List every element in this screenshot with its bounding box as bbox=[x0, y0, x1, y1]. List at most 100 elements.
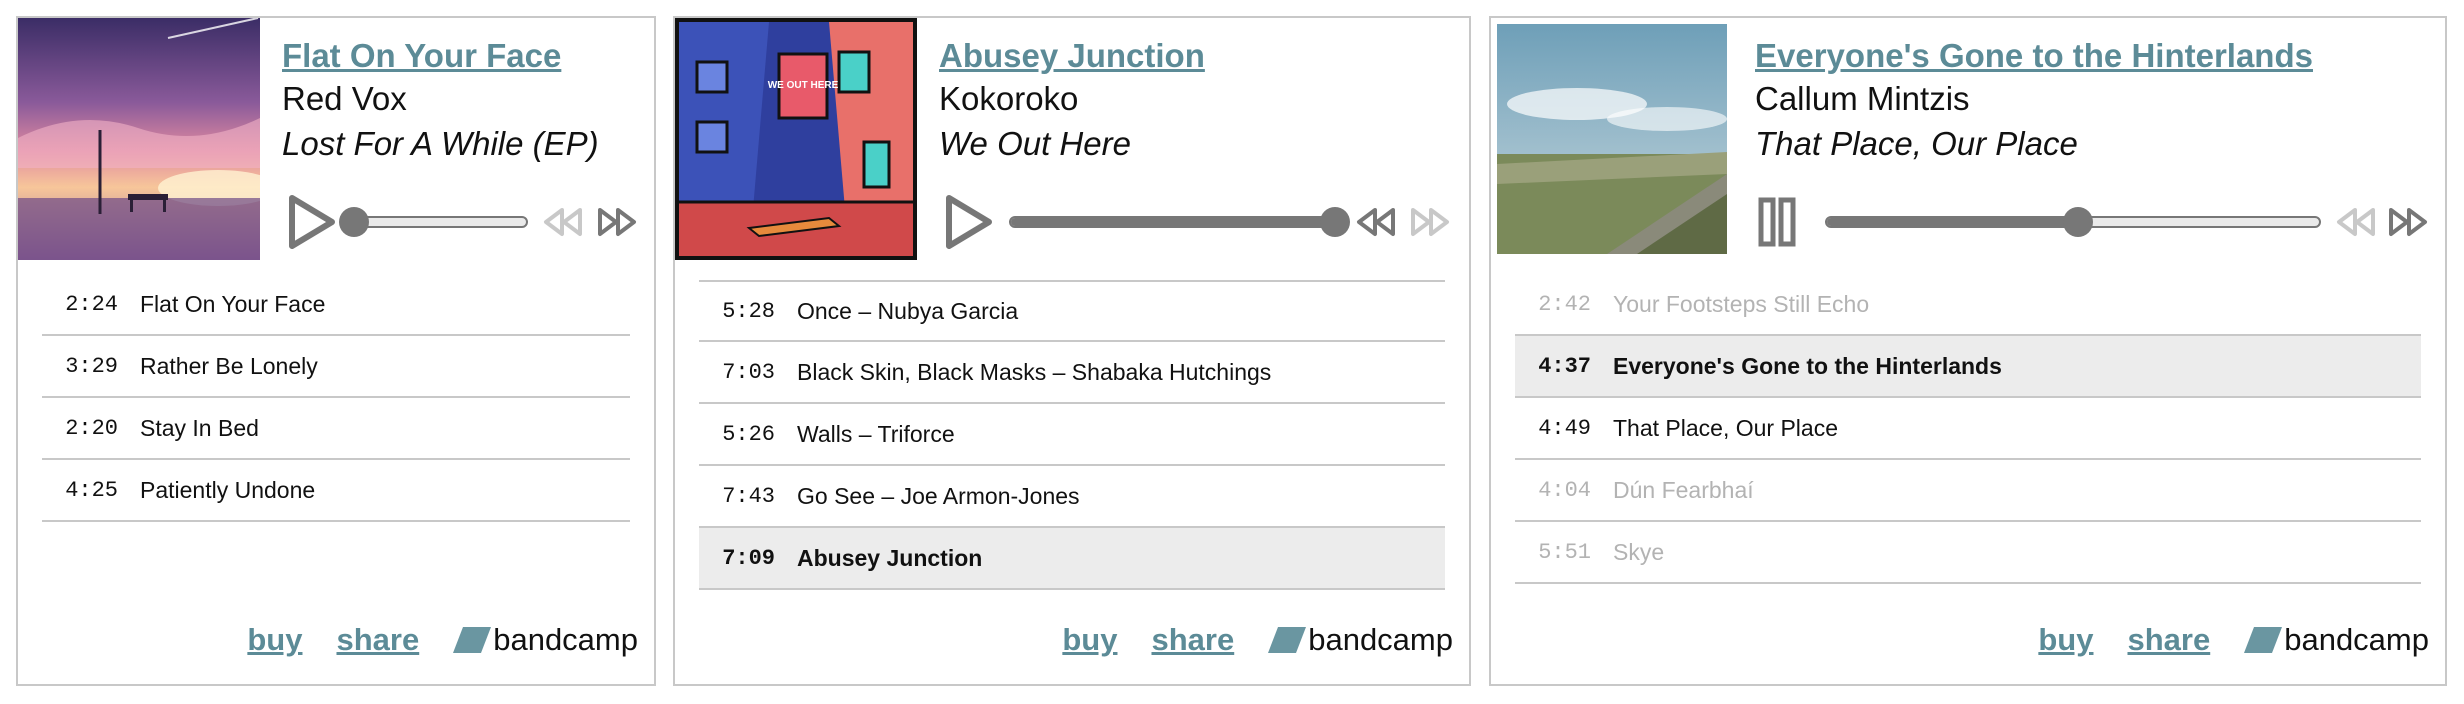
track-name: Rather Be Lonely bbox=[140, 352, 318, 379]
album-name: We Out Here bbox=[939, 125, 1131, 162]
bandcamp-wordmark: bandcamp bbox=[493, 622, 638, 657]
album-art[interactable]: WE OUT HERE bbox=[675, 18, 917, 260]
album-name: Lost For A While (EP) bbox=[282, 125, 599, 162]
track-name: Stay In Bed bbox=[140, 414, 259, 441]
player-controls bbox=[282, 190, 652, 254]
album-art[interactable] bbox=[1497, 24, 1727, 254]
play-icon bbox=[946, 195, 992, 249]
track-name: Black Skin, Black Masks – Shabaka Hutchi… bbox=[797, 358, 1272, 385]
track-duration: 2:42 bbox=[1538, 291, 1591, 317]
track-duration: 4:37 bbox=[1538, 353, 1591, 379]
bandcamp-player-2: WE OUT HERE Abusey Junction Kokoroko We … bbox=[673, 16, 1471, 686]
track-row[interactable]: 7:03 Black Skin, Black Masks – Shabaka Hu… bbox=[699, 342, 1445, 404]
track-row-unavailable: 2:42 Your Footsteps Still Echo bbox=[1515, 274, 2421, 336]
track-duration: 4:49 bbox=[1538, 415, 1591, 441]
bandcamp-logo[interactable]: bandcamp bbox=[1268, 622, 1453, 658]
play-icon bbox=[289, 195, 335, 249]
track-row[interactable]: 4:49 That Place, Our Place bbox=[1515, 398, 2421, 460]
progress-slider[interactable] bbox=[1009, 207, 1350, 237]
track-duration: 5:28 bbox=[722, 298, 775, 324]
play-button[interactable] bbox=[282, 190, 342, 254]
next-track-button[interactable] bbox=[2385, 190, 2431, 254]
track-row[interactable]: 7:43 Go See – Joe Armon-Jones bbox=[699, 466, 1445, 528]
progress-slider[interactable] bbox=[1825, 207, 2321, 237]
track-duration: 7:03 bbox=[722, 359, 775, 385]
track-name: Abusey Junction bbox=[797, 544, 983, 571]
track-duration: 7:43 bbox=[722, 483, 775, 509]
fast-forward-icon bbox=[2389, 208, 2427, 236]
track-row[interactable]: 5:28 Once – Nubya Garcia bbox=[699, 280, 1445, 342]
next-track-button[interactable] bbox=[1407, 190, 1453, 254]
track-title-link[interactable]: Everyone's Gone to the Hinterlands bbox=[1755, 36, 2429, 76]
track-row[interactable]: 4:25 Patiently Undone bbox=[42, 460, 630, 522]
track-duration: 3:29 bbox=[65, 353, 118, 379]
track-name: Skye bbox=[1613, 538, 1665, 565]
artist-name: Red Vox bbox=[282, 80, 407, 117]
track-list: 2:24 Flat On Your Face 3:29 Rather Be Lone… bbox=[42, 274, 630, 522]
rewind-icon bbox=[1357, 208, 1395, 236]
album-art[interactable] bbox=[18, 18, 260, 260]
slider-thumb[interactable] bbox=[1320, 207, 1350, 237]
bandcamp-logo-icon bbox=[1268, 627, 1307, 653]
rewind-icon bbox=[2337, 208, 2375, 236]
track-row[interactable]: 5:26 Walls – Triforce bbox=[699, 404, 1445, 466]
artist-name: Kokoroko bbox=[939, 80, 1079, 117]
track-name: Once – Nubya Garcia bbox=[797, 297, 1019, 324]
previous-track-button[interactable] bbox=[1353, 190, 1399, 254]
buy-link[interactable]: buy bbox=[2038, 622, 2093, 658]
track-row-unavailable: 4:04 Dún Fearbhaí bbox=[1515, 460, 2421, 522]
track-row[interactable]: 2:24 Flat On Your Face bbox=[42, 274, 630, 336]
track-name: Everyone's Gone to the Hinterlands bbox=[1613, 352, 2002, 379]
track-duration: 7:09 bbox=[722, 545, 775, 571]
player-footer: buy share bandcamp bbox=[247, 620, 638, 660]
progress-slider[interactable] bbox=[339, 207, 528, 237]
track-list: 5:28 Once – Nubya Garcia 7:03 Black Skin, … bbox=[699, 280, 1445, 590]
art-sign-text: WE OUT HERE bbox=[768, 80, 839, 91]
player-controls bbox=[1755, 190, 2435, 254]
play-button[interactable] bbox=[939, 190, 999, 254]
buy-link[interactable]: buy bbox=[1062, 622, 1117, 658]
player-controls bbox=[939, 190, 1459, 254]
track-row-current[interactable]: 7:09 Abusey Junction bbox=[699, 528, 1445, 590]
track-duration: 5:26 bbox=[722, 421, 775, 447]
track-title-link[interactable]: Flat On Your Face bbox=[282, 36, 638, 76]
bandcamp-wordmark: bandcamp bbox=[1308, 622, 1453, 657]
track-duration: 2:24 bbox=[65, 291, 118, 317]
bandcamp-logo[interactable]: bandcamp bbox=[2244, 622, 2429, 658]
track-row[interactable]: 2:20 Stay In Bed bbox=[42, 398, 630, 460]
track-name: Go See – Joe Armon-Jones bbox=[797, 482, 1080, 509]
rewind-icon bbox=[544, 208, 582, 236]
track-duration: 5:51 bbox=[1538, 539, 1591, 565]
track-name: Flat On Your Face bbox=[140, 290, 326, 317]
track-name: Walls – Triforce bbox=[797, 420, 955, 447]
bandcamp-wordmark: bandcamp bbox=[2284, 622, 2429, 657]
bandcamp-logo[interactable]: bandcamp bbox=[453, 622, 638, 658]
fast-forward-icon bbox=[1411, 208, 1449, 236]
track-row[interactable]: 3:29 Rather Be Lonely bbox=[42, 336, 630, 398]
slider-thumb[interactable] bbox=[339, 207, 369, 237]
previous-track-button[interactable] bbox=[2333, 190, 2379, 254]
track-name: Patiently Undone bbox=[140, 476, 316, 503]
track-duration: 4:04 bbox=[1538, 477, 1591, 503]
next-track-button[interactable] bbox=[594, 190, 640, 254]
bandcamp-logo-icon bbox=[453, 627, 492, 653]
track-list: 2:42 Your Footsteps Still Echo 4:37 Everyo… bbox=[1515, 274, 2421, 584]
track-row-current[interactable]: 4:37 Everyone's Gone to the Hinterlands bbox=[1515, 336, 2421, 398]
share-link[interactable]: share bbox=[1151, 622, 1234, 658]
player-footer: buy share bandcamp bbox=[2038, 620, 2429, 660]
track-name: That Place, Our Place bbox=[1613, 414, 1838, 441]
fast-forward-icon bbox=[598, 208, 636, 236]
track-duration: 2:20 bbox=[65, 415, 118, 441]
bandcamp-player-1: Flat On Your Face Red Vox Lost For A Whi… bbox=[16, 16, 656, 686]
bandcamp-logo-icon bbox=[2244, 627, 2283, 653]
share-link[interactable]: share bbox=[336, 622, 419, 658]
share-link[interactable]: share bbox=[2127, 622, 2210, 658]
track-title-link[interactable]: Abusey Junction bbox=[939, 36, 1453, 76]
previous-track-button[interactable] bbox=[540, 190, 586, 254]
slider-thumb[interactable] bbox=[2062, 207, 2093, 237]
bandcamp-player-3: Everyone's Gone to the Hinterlands Callu… bbox=[1489, 16, 2447, 686]
pause-button[interactable] bbox=[1755, 190, 1803, 254]
album-name: That Place, Our Place bbox=[1755, 125, 2078, 162]
buy-link[interactable]: buy bbox=[247, 622, 302, 658]
track-name: Your Footsteps Still Echo bbox=[1613, 290, 1870, 317]
